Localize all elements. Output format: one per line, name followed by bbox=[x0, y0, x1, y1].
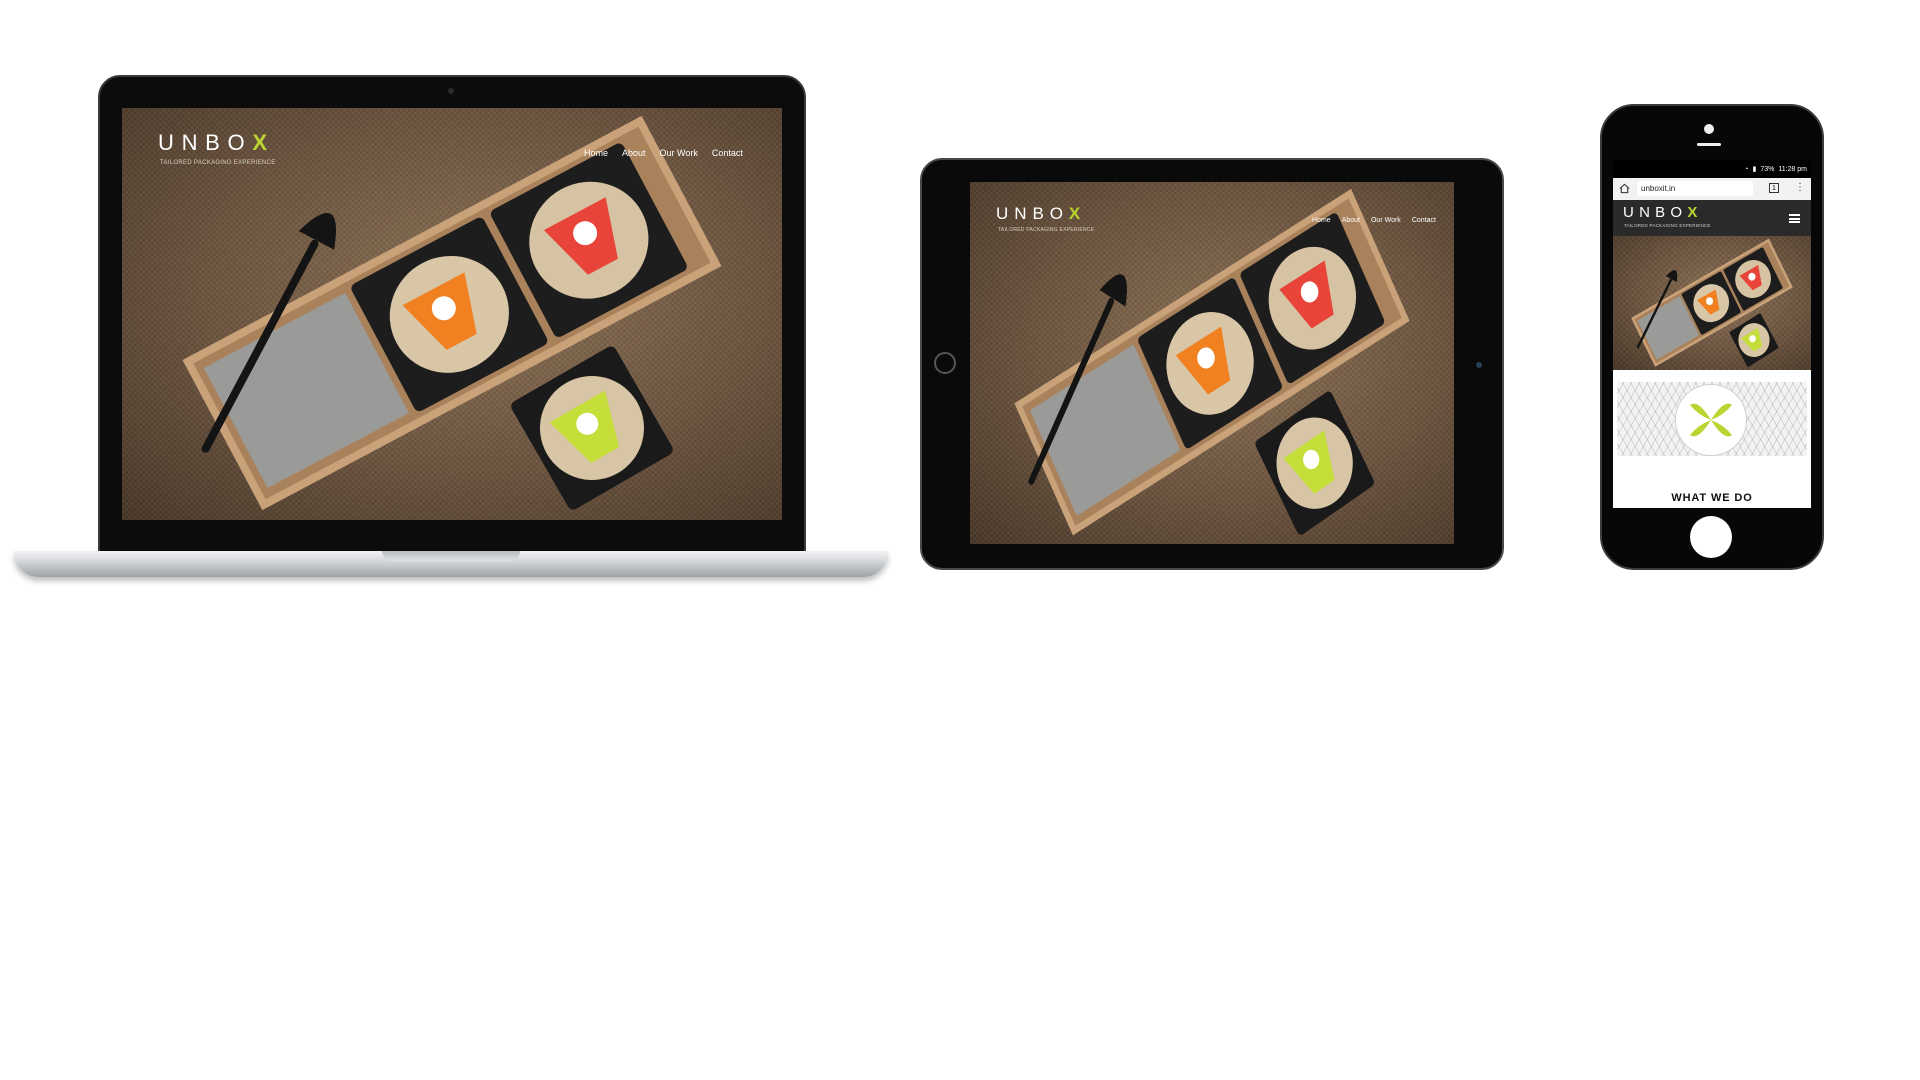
nav-home[interactable]: Home bbox=[584, 148, 608, 158]
wifi-icon: ◔ bbox=[1744, 165, 1749, 173]
phone-speaker bbox=[1697, 143, 1721, 146]
brand-logo[interactable]: UNBOX bbox=[1623, 204, 1697, 221]
home-icon[interactable] bbox=[1619, 183, 1630, 194]
phone-home-button[interactable] bbox=[1690, 516, 1732, 558]
status-bar: ◔ ▮ 73% 11:28 pm bbox=[1613, 160, 1811, 178]
nav-about[interactable]: About bbox=[622, 148, 646, 158]
hamburger-menu-icon[interactable] bbox=[1789, 214, 1800, 223]
section-heading: WHAT WE DO bbox=[1671, 492, 1753, 504]
tablet-screen: UNBOX TAILORED PACKAGING EXPERIENCE Home… bbox=[970, 182, 1454, 544]
battery-level: 73% bbox=[1760, 165, 1775, 173]
nav-our-work[interactable]: Our Work bbox=[1371, 217, 1401, 224]
laptop-screen: UNBOX TAILORED PACKAGING EXPERIENCE Home… bbox=[122, 108, 782, 520]
tabs-icon[interactable]: 1 bbox=[1769, 183, 1779, 193]
tablet-camera bbox=[1476, 362, 1482, 368]
phone-screen: ◔ ▮ 73% 11:28 pm unboxit.in 1 ⋮ UNBOX TA… bbox=[1613, 160, 1811, 508]
top-nav: Home About Our Work Contact bbox=[1312, 217, 1436, 224]
hero-image bbox=[1613, 236, 1811, 370]
brand-tagline: TAILORED PACKAGING EXPERIENCE bbox=[160, 160, 276, 166]
hero-image bbox=[122, 108, 782, 520]
brand-logo[interactable]: UNBOX bbox=[996, 204, 1080, 224]
brand-tagline: TAILORED PACKAGING EXPERIENCE bbox=[998, 227, 1095, 233]
nav-our-work[interactable]: Our Work bbox=[660, 148, 698, 158]
nav-contact[interactable]: Contact bbox=[712, 148, 743, 158]
laptop-camera bbox=[448, 88, 454, 94]
more-vert-icon[interactable]: ⋮ bbox=[1795, 181, 1805, 195]
hero-image bbox=[970, 182, 1454, 544]
logo-badge bbox=[1675, 384, 1747, 456]
signal-icon: ▮ bbox=[1752, 166, 1757, 173]
top-nav: Home About Our Work Contact bbox=[584, 148, 743, 158]
x-logo-icon bbox=[1690, 403, 1732, 437]
tablet-home-button[interactable] bbox=[934, 352, 956, 374]
brand-logo[interactable]: UNBOX bbox=[158, 130, 267, 156]
status-time: 11:28 pm bbox=[1778, 165, 1807, 173]
brand-tagline: TAILORED PACKAGING EXPERIENCE bbox=[1624, 223, 1711, 228]
nav-home[interactable]: Home bbox=[1312, 217, 1331, 224]
url-field[interactable]: unboxit.in bbox=[1637, 181, 1753, 196]
browser-toolbar: unboxit.in 1 ⋮ bbox=[1613, 178, 1811, 201]
nav-contact[interactable]: Contact bbox=[1412, 217, 1436, 224]
nav-about[interactable]: About bbox=[1342, 217, 1360, 224]
phone-camera bbox=[1704, 124, 1714, 134]
laptop-notch bbox=[382, 551, 520, 561]
mobile-header: UNBOX TAILORED PACKAGING EXPERIENCE bbox=[1613, 200, 1811, 236]
